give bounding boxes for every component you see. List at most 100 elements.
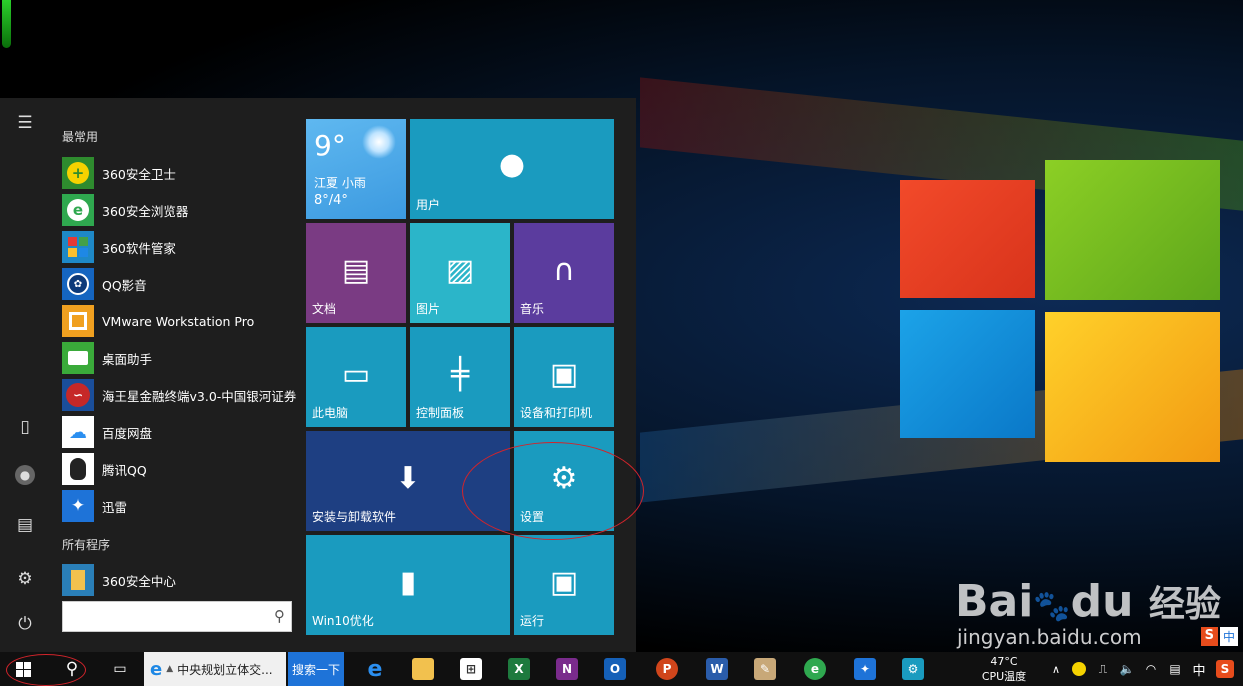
360-browser-taskbar-icon[interactable]: e <box>802 652 828 686</box>
app-label: 腾讯QQ <box>102 462 147 478</box>
app-item-neptune-finance[interactable]: ∽ 海王星金融终端v3.0-中国银河证券 <box>62 378 298 412</box>
action-center-icon[interactable]: ▤ <box>1166 652 1184 686</box>
tile-weather[interactable]: 9° 江夏 小雨 8°/4° <box>306 119 406 219</box>
app-label: QQ影音 <box>102 277 147 293</box>
app-item-qq[interactable]: 腾讯QQ <box>62 452 298 486</box>
wallpaper-pane-red <box>900 180 1035 298</box>
360-guard-icon: + <box>62 157 94 189</box>
file-explorer-taskbar-icon[interactable] <box>410 652 436 686</box>
search-icon[interactable]: ⚲ <box>274 607 285 625</box>
cpu-temp-value: 47°C <box>990 655 1018 668</box>
desktop-assistant-icon <box>62 342 94 374</box>
tile-label: 文档 <box>312 302 337 316</box>
tile-label: 用户 <box>416 198 441 212</box>
excel-icon[interactable]: X <box>506 652 532 686</box>
ime-badge: 中 <box>1219 627 1238 646</box>
app-label: 桌面助手 <box>102 351 153 367</box>
sogou-ime-icon: S <box>1200 627 1218 646</box>
tile-label: 运行 <box>520 614 545 628</box>
tile-music[interactable]: ∩ 音乐 <box>514 223 614 323</box>
360-tray-icon[interactable] <box>1070 652 1088 686</box>
all-programs-header[interactable]: 所有程序 <box>62 536 110 553</box>
picture-icon: ▨ <box>445 253 475 288</box>
app-item-baidu-netdisk[interactable]: ☁ 百度网盘 <box>62 415 298 449</box>
chevron-up-icon[interactable]: ∧ <box>1048 652 1064 686</box>
hamburger-menu-icon[interactable]: ☰ <box>10 108 40 138</box>
headphones-icon: ∩ <box>553 253 575 288</box>
xunlei-taskbar-icon[interactable]: ✦ <box>852 652 878 686</box>
monitor-icon: ▭ <box>341 357 371 392</box>
task-view-icon[interactable]: ▯ <box>10 412 40 442</box>
tile-run[interactable]: ▣ 运行 <box>514 535 614 635</box>
app-label: 360软件管家 <box>102 240 176 256</box>
search-now-button[interactable]: 搜索一下 <box>288 652 344 686</box>
run-icon: ▣ <box>549 565 579 600</box>
onenote-icon[interactable]: N <box>554 652 580 686</box>
most-used-header: 最常用 <box>62 130 99 144</box>
ie-icon: e <box>150 658 163 680</box>
start-search-input[interactable] <box>67 602 261 631</box>
task-view-button[interactable]: ▭ <box>106 652 134 686</box>
app-label: 360安全中心 <box>102 573 176 589</box>
app-item-360-guard[interactable]: + 360安全卫士 <box>62 156 298 190</box>
settings-taskbar-icon[interactable]: ⚙ <box>900 652 926 686</box>
ie-window-button[interactable]: e ▲ 中央规划立体交... <box>144 652 286 686</box>
person-icon: ● <box>498 147 526 182</box>
edge-icon[interactable]: e <box>362 652 388 686</box>
tile-pictures[interactable]: ▨ 图片 <box>410 223 510 323</box>
cpu-temp-widget[interactable]: 47°C CPU温度 <box>976 654 1032 684</box>
tile-documents[interactable]: ▤ 文档 <box>306 223 406 323</box>
taskbar: ⚲ ▭ e ▲ 中央规划立体交... 搜索一下 e ⊞ X N O P W ✎ … <box>0 652 1243 686</box>
watermark-brand2: du <box>1070 576 1134 627</box>
start-search-box[interactable]: ⚲ <box>62 601 292 632</box>
powerpoint-icon[interactable]: P <box>654 652 680 686</box>
weather-temp: 9° <box>314 129 346 162</box>
tile-label: 安装与卸载软件 <box>312 510 397 524</box>
360-software-manager-icon <box>62 231 94 263</box>
tile-devices-printers[interactable]: ▣ 设备和打印机 <box>514 327 614 427</box>
watermark-product: 经验 <box>1148 584 1221 625</box>
app-item-360-browser[interactable]: e 360安全浏览器 <box>62 193 298 227</box>
app-item-vmware[interactable]: VMware Workstation Pro <box>62 304 298 338</box>
app-item-360-security-center[interactable]: 360安全中心 <box>62 563 298 597</box>
app-label: VMware Workstation Pro <box>102 313 255 329</box>
tile-label: 控制面板 <box>416 406 465 420</box>
tile-user[interactable]: ● 用户 <box>410 119 614 219</box>
file-explorer-icon[interactable]: ▤ <box>10 510 40 540</box>
word-icon[interactable]: W <box>704 652 730 686</box>
settings-gear-icon[interactable]: ⚙ <box>10 564 40 594</box>
sliders-icon: ╪ <box>450 357 470 392</box>
sun-icon <box>362 125 396 159</box>
vmware-icon <box>62 305 94 337</box>
ie-window-title: 中央规划立体交... <box>177 662 273 677</box>
wifi-icon[interactable]: ◠ <box>1142 652 1160 686</box>
volume-icon[interactable]: 🔈 <box>1118 652 1136 686</box>
outlook-icon[interactable]: O <box>602 652 628 686</box>
power-icon[interactable]: ⏻ <box>10 609 40 639</box>
watermark-url: jingyan.baidu.com <box>957 625 1142 649</box>
desktop-widget-bar <box>2 0 11 48</box>
weather-location: 江夏 小雨 <box>314 176 366 190</box>
paint-icon[interactable]: ✎ <box>752 652 778 686</box>
user-account-icon[interactable]: ● <box>10 460 40 490</box>
watermark-brand: Bai <box>955 576 1034 627</box>
start-menu: ☰ ▯ ● ▤ ⚙ ⏻ 最常用 + 360安全卫士 e 360安全浏览器 360… <box>0 98 636 652</box>
ime-indicator[interactable]: 中 <box>1190 652 1208 686</box>
tile-label: Win10优化 <box>312 614 374 628</box>
app-label: 百度网盘 <box>102 425 153 441</box>
sogou-tray-icon[interactable]: S <box>1214 652 1236 686</box>
app-label: 360安全浏览器 <box>102 203 189 219</box>
network-icon[interactable]: ⎍ <box>1094 652 1112 686</box>
app-item-xunlei[interactable]: ✦ 迅雷 <box>62 489 298 523</box>
app-item-desktop-assistant[interactable]: 桌面助手 <box>62 341 298 375</box>
annotation-ellipse-start <box>6 654 86 686</box>
app-item-360-software-manager[interactable]: 360软件管家 <box>62 230 298 264</box>
tile-win10-optimize[interactable]: ▮ Win10优化 <box>306 535 510 635</box>
document-icon: ▤ <box>341 253 371 288</box>
store-icon[interactable]: ⊞ <box>458 652 484 686</box>
app-label: 360安全卫士 <box>102 166 176 182</box>
tile-control-panel[interactable]: ╪ 控制面板 <box>410 327 510 427</box>
app-item-qq-player[interactable]: ✿ QQ影音 <box>62 267 298 301</box>
360-browser-icon: e <box>62 194 94 226</box>
tile-this-pc[interactable]: ▭ 此电脑 <box>306 327 406 427</box>
